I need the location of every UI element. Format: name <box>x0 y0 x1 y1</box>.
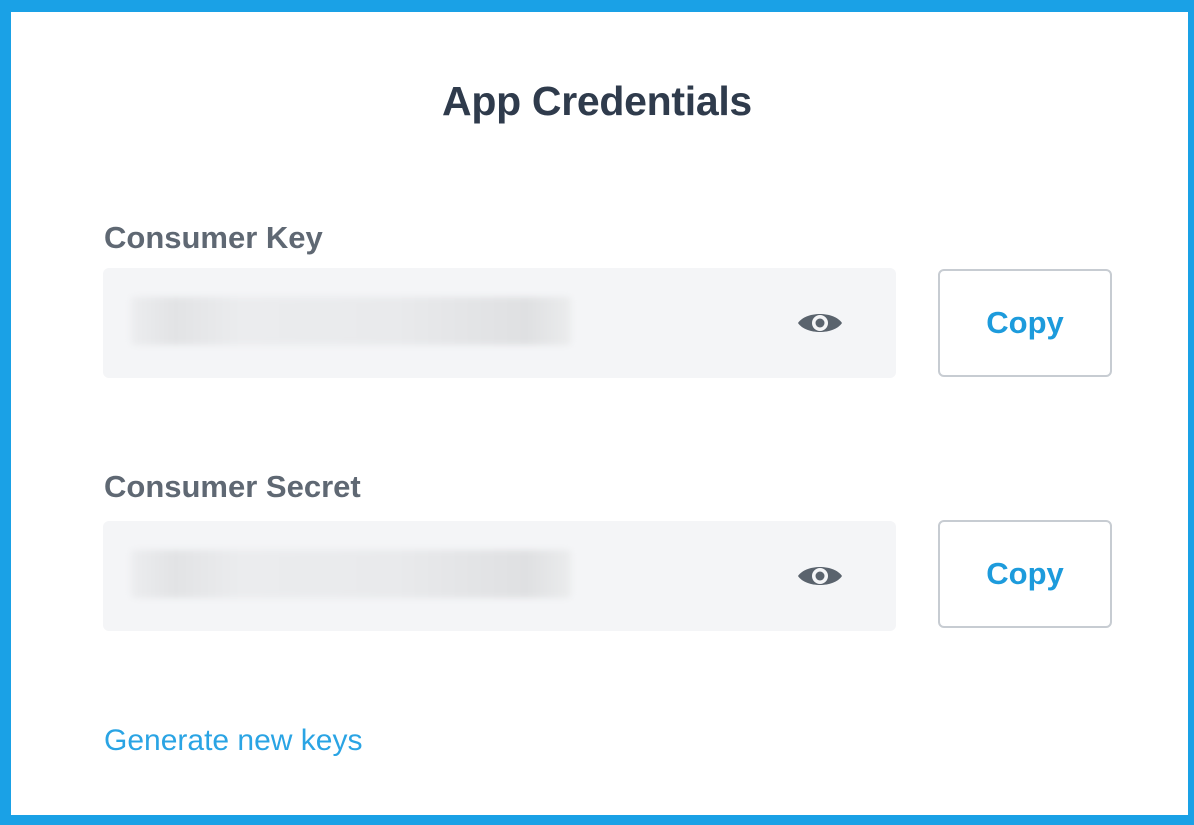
eye-icon[interactable] <box>796 561 844 591</box>
eye-icon[interactable] <box>796 308 844 338</box>
consumer-key-label: Consumer Key <box>104 220 323 255</box>
copy-consumer-secret-button[interactable]: Copy <box>938 520 1112 628</box>
consumer-key-field <box>103 268 896 378</box>
consumer-secret-label: Consumer Secret <box>104 469 361 504</box>
consumer-secret-field <box>103 521 896 631</box>
consumer-key-masked-value <box>131 297 571 345</box>
page-title: App Credentials <box>442 78 752 124</box>
consumer-secret-masked-value <box>131 550 571 598</box>
copy-consumer-key-button[interactable]: Copy <box>938 269 1112 377</box>
generate-new-keys-link[interactable]: Generate new keys <box>104 724 362 758</box>
